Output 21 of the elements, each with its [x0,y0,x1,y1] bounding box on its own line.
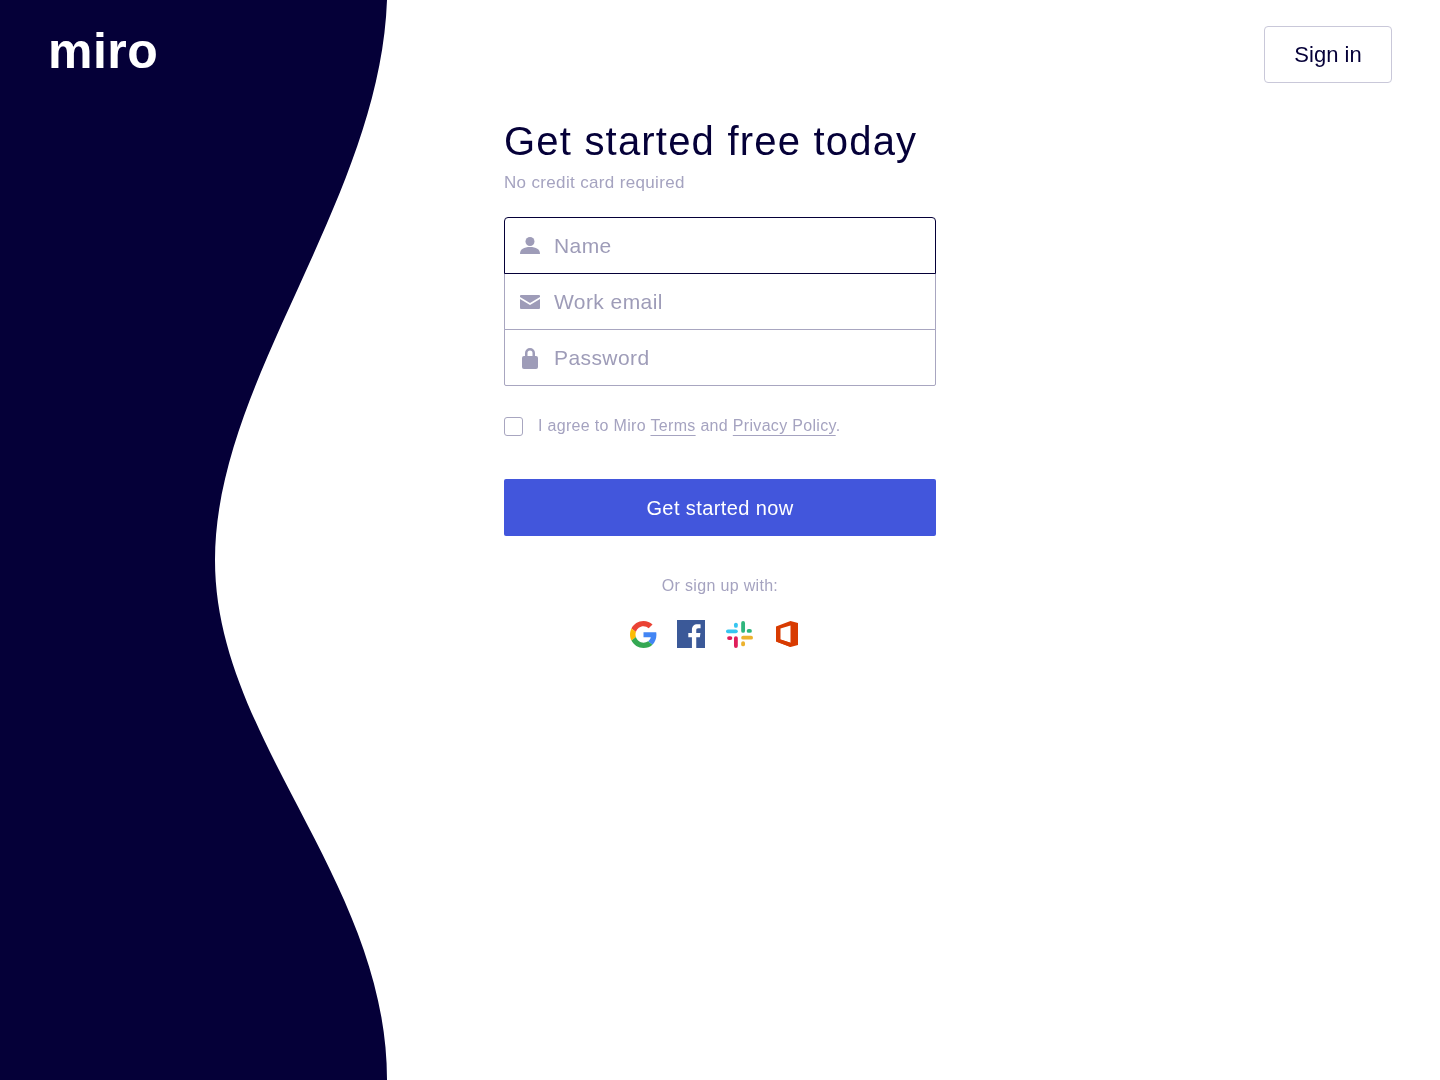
google-signup-button[interactable] [627,618,659,650]
logo-text: miro [48,26,159,76]
slack-signup-button[interactable] [723,618,755,650]
social-signup-prompt: Or sign up with: [660,576,780,596]
person-icon [520,237,540,254]
name-input[interactable]: Name [504,217,936,274]
get-started-button[interactable]: Get started now [504,479,936,536]
page-title: Get started free today [504,121,919,161]
slack-logo-icon [725,620,753,648]
agree-checkbox[interactable] [504,416,523,436]
email-input[interactable]: Work email [504,273,936,330]
facebook-signup-button[interactable] [675,618,707,650]
google-logo-icon [629,620,657,648]
envelope-icon [520,294,540,309]
office-logo-icon [775,620,799,648]
password-input[interactable]: Password [504,329,936,386]
facebook-logo-icon [677,620,705,648]
subtitle-text: No credit card required [504,172,686,194]
sign-in-button[interactable]: Sign in [1264,26,1392,83]
terms-agreement-text: I agree to Miro Terms and Privacy Policy. [538,416,841,436]
lock-icon [522,346,538,369]
